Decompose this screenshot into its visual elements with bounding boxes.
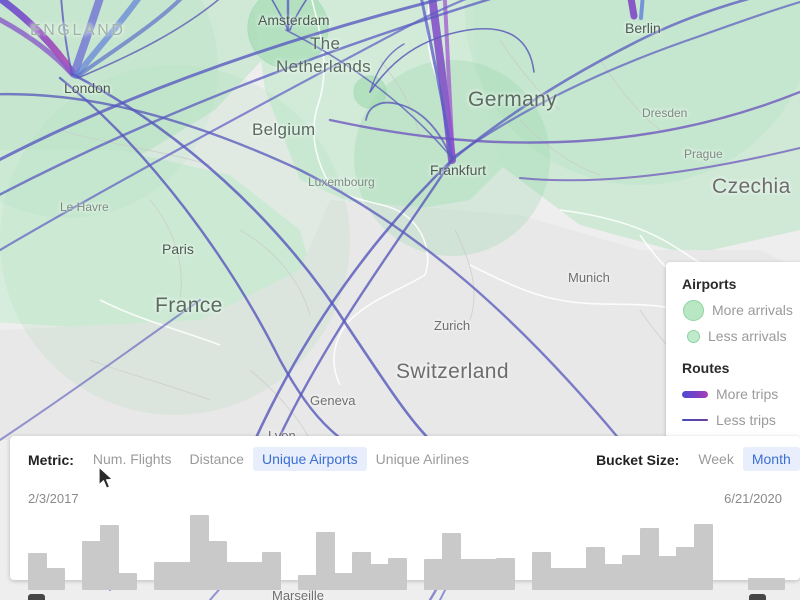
histogram-bar[interactable]	[118, 573, 137, 590]
metric-label: Metric:	[28, 452, 74, 468]
metric-option-distance[interactable]: Distance	[180, 447, 252, 471]
map-legend: Airports More arrivals Less arrivals Rou…	[666, 262, 800, 450]
histogram-bar[interactable]	[46, 568, 65, 590]
histogram-bar[interactable]	[694, 523, 713, 590]
histogram-bar[interactable]	[622, 554, 641, 590]
legend-row-more-trips: More trips	[682, 384, 800, 404]
histogram-bar[interactable]	[226, 562, 245, 590]
histogram-bar[interactable]	[28, 553, 47, 590]
controls-row: Metric: Num. Flights Distance Unique Airpo…	[10, 436, 800, 484]
slider-handle-left[interactable]	[28, 594, 45, 600]
legend-less-trips-label: Less trips	[716, 412, 776, 428]
histogram-bar[interactable]	[640, 528, 659, 590]
histogram-bar[interactable]	[172, 562, 191, 590]
large-circle-icon	[683, 299, 704, 321]
small-circle-icon	[687, 329, 700, 343]
legend-row-more-arrivals: More arrivals	[682, 299, 800, 321]
histogram-bar[interactable]	[334, 573, 353, 590]
histogram-bar[interactable]	[460, 559, 479, 590]
bucket-options: WeekMonthYear	[689, 447, 800, 471]
histogram-bar[interactable]	[352, 551, 371, 590]
legend-row-less-trips: Less trips	[682, 410, 800, 430]
histogram-bar[interactable]	[316, 531, 335, 590]
histogram-bar[interactable]	[478, 559, 497, 590]
histogram-bar[interactable]	[496, 557, 515, 590]
histogram-bar[interactable]	[154, 562, 173, 590]
histogram-bar[interactable]	[676, 546, 695, 590]
timeline-range-slider[interactable]	[28, 594, 782, 600]
histogram-bar[interactable]	[748, 577, 767, 590]
thin-line-icon	[682, 419, 708, 421]
histogram-bar[interactable]	[424, 559, 443, 590]
legend-more-trips-label: More trips	[716, 386, 779, 402]
metric-options: Num. Flights Distance Unique Airports Uniqu…	[84, 447, 478, 471]
legend-routes-title: Routes	[682, 360, 730, 376]
histogram-bar[interactable]	[370, 563, 389, 590]
histogram-bar[interactable]	[766, 577, 785, 590]
histogram-bar[interactable]	[586, 546, 605, 590]
timeline-histogram[interactable]	[28, 510, 785, 590]
histogram-bar[interactable]	[532, 551, 551, 590]
histogram-bar[interactable]	[658, 556, 677, 590]
legend-row-less-arrivals: Less arrivals	[682, 326, 800, 346]
histogram-bar[interactable]	[568, 568, 587, 590]
histogram-bar[interactable]	[100, 525, 119, 590]
bucket-option-week[interactable]: Week	[689, 447, 743, 471]
flight-map-app: ENGLAND London Amsterdam The Netherlands Belg…	[0, 0, 800, 600]
bucket-size-label: Bucket Size:	[596, 452, 680, 468]
metric-option-unique-airports[interactable]: Unique Airports	[252, 447, 367, 471]
legend-less-arrivals-label: Less arrivals	[708, 328, 787, 344]
timeline-panel: Metric: Num. Flights Distance Unique Airpo…	[10, 436, 800, 600]
date-range-start: 2/3/2017	[28, 491, 79, 506]
histogram-bar[interactable]	[244, 562, 263, 590]
histogram-bar[interactable]	[208, 540, 227, 590]
bucket-option-month[interactable]: Month	[742, 447, 800, 471]
histogram-bar[interactable]	[604, 563, 623, 590]
histogram-bar[interactable]	[550, 568, 569, 590]
metric-option-unique-airlines[interactable]: Unique Airlines	[367, 447, 478, 471]
date-range-end: 6/21/2020	[724, 491, 782, 506]
histogram-bar[interactable]	[298, 574, 317, 590]
slider-handle-right[interactable]	[748, 594, 766, 600]
bucket-control-group: Bucket Size: WeekMonthYear	[596, 447, 800, 471]
legend-airports-title: Airports	[682, 276, 737, 292]
metric-option-num-flights[interactable]: Num. Flights	[84, 447, 181, 471]
legend-more-arrivals-label: More arrivals	[712, 302, 793, 318]
histogram-bar[interactable]	[190, 514, 209, 590]
histogram-bar[interactable]	[82, 540, 101, 590]
thick-line-icon	[682, 390, 708, 398]
histogram-bar[interactable]	[442, 533, 461, 590]
metric-control-group: Metric: Num. Flights Distance Unique Airpo…	[28, 447, 478, 471]
histogram-bar[interactable]	[388, 557, 407, 590]
histogram-bar[interactable]	[262, 551, 281, 590]
